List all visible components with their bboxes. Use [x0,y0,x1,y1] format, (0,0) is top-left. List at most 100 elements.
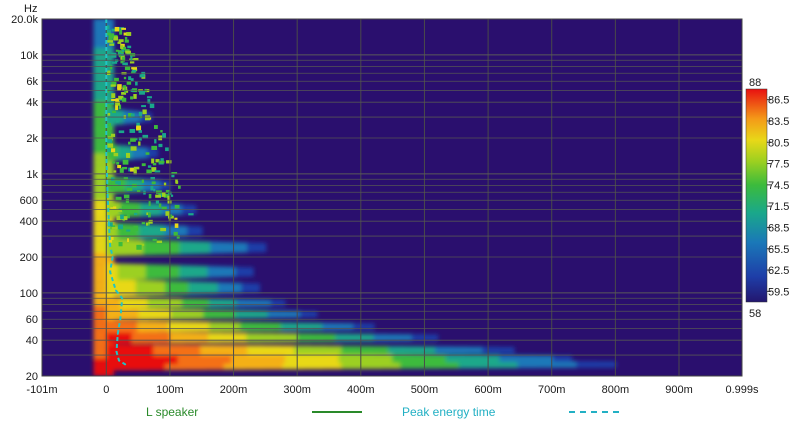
ridge-cell-6 [113,297,121,309]
ridge-cell-5 [162,309,172,320]
legend-line-l-speaker [312,411,362,413]
ridge-cell-6 [209,298,217,308]
x-axis-ticks: -101m 0 100m 200m 300m 400m 500m 600m 700m 800m 90… [26,384,759,396]
speckle [120,45,124,50]
speckle [148,212,151,218]
ridge-cell-3 [233,332,248,343]
onset-cell [93,165,114,172]
ridge-cell-5 [154,309,164,320]
ridge-cell-7 [217,282,225,294]
ridge-cell-2 [372,346,390,355]
colorbar-max-label: 88 [749,77,761,89]
ridge-cell-9 [191,241,200,254]
ridge-cell-1 [374,354,394,363]
x-tick-label: 100m [156,384,184,396]
ridge-cell-9 [173,240,181,255]
ridge-cell-3 [119,331,133,344]
ridge-cell-9 [210,241,218,254]
speckle [115,180,119,184]
ridge-cell-2 [356,345,374,355]
ridge-cell-3 [220,332,235,343]
speckle [174,223,179,228]
speckle [112,61,118,64]
y-tick-label: 400 [20,216,38,228]
speckle [147,99,151,104]
speckle [111,98,117,101]
ridge-cell-0 [537,361,558,368]
ridge-cell-9 [259,242,267,253]
ridge-cell-2 [497,346,515,354]
speckle [175,180,179,184]
ridge-cell-1 [356,354,376,363]
speckle [160,130,163,133]
ridge-cell-2 [106,344,123,356]
ridge-cell-6 [236,299,245,307]
ridge-cell-1 [481,355,501,363]
ridge-cell-7 [247,283,255,293]
ridge-cell-7 [241,282,249,293]
colorbar-tick-label: 83.5 [768,116,789,128]
ridge-cell-5 [146,308,156,320]
y-tick-label: 100 [20,288,38,300]
series-point [108,220,110,222]
y-tick-label: 40 [26,335,38,347]
ridge-cell-3 [131,332,146,344]
ridge-cell-5 [106,308,116,321]
series-point [116,333,119,335]
speckle [123,32,127,36]
series-point [109,271,111,273]
speckle [113,170,117,173]
ridge-cell-1 [427,354,447,363]
speckle [136,190,141,193]
x-tick-label: -101m [26,384,57,396]
ridge-cell-9 [167,240,175,255]
speckle [123,194,130,199]
speckle [116,161,120,165]
speckle [107,112,111,116]
ridge-cell-6 [263,299,272,307]
speckle [118,242,123,247]
speckle [143,226,148,232]
onset-cell [93,71,114,78]
y-tick-label: 2k [26,133,38,145]
ridge-cell-3 [169,332,184,343]
speckle [152,163,157,166]
speckle [122,97,127,103]
y-tick-label: 10k [20,50,38,62]
speckle [133,94,137,99]
speckle [122,56,125,62]
x-tick-label: 500m [411,384,439,396]
speckle [111,226,118,230]
ridge-cell-5 [275,310,285,318]
ridge-cell-6 [202,298,211,308]
speckle [141,163,146,167]
ridge-cell-9 [234,242,242,253]
ridge-cell-4 [311,322,324,331]
ridge-cell-3 [144,332,159,344]
speckle [148,219,153,224]
ridge-cell-5 [292,310,302,318]
speckle [128,76,132,80]
ridge-cell-7 [223,282,231,294]
speckle [115,119,119,123]
speckle [127,45,132,49]
ridge-cell-2 [341,345,358,355]
x-tick-label: 0 [103,384,109,396]
colorbar-tick-label: 59.5 [768,286,789,298]
ridge-cell-9 [112,239,120,256]
ridge-cell-7 [200,281,208,294]
speckle [154,139,157,144]
speckle [147,165,152,168]
speckle [151,158,155,164]
ridge-cell-7 [253,283,260,293]
ridge-cell-2 [215,345,233,356]
ridge-cell-4 [260,322,272,331]
speckle [145,222,149,226]
speckle [125,199,130,204]
series-point [115,350,118,353]
ridge-cell-2 [247,345,264,356]
speckle [155,194,161,198]
ridge-cell-6 [277,299,286,307]
series-point [105,89,108,92]
speckle [133,166,140,170]
